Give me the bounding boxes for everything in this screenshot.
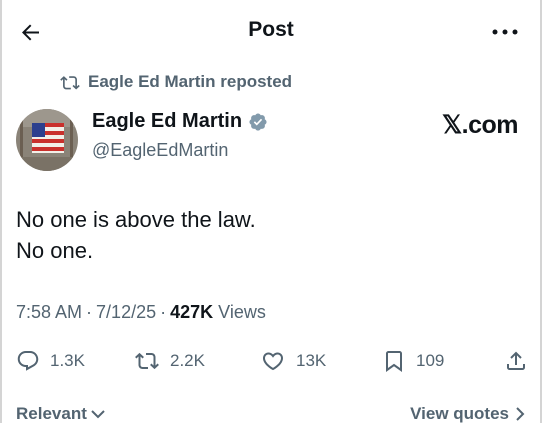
- x-com-logo: 𝕏.com: [442, 111, 519, 139]
- like-button[interactable]: 13K: [260, 345, 326, 377]
- bookmark-icon: [386, 351, 402, 372]
- repost-button[interactable]: 2.2K: [134, 345, 205, 377]
- meta-separator-2: ·: [160, 302, 167, 322]
- sort-dropdown[interactable]: Relevant: [16, 404, 106, 424]
- meta-separator: ·: [86, 302, 93, 322]
- reply-count: 1.3K: [50, 351, 85, 370]
- views-count: 427K: [170, 302, 214, 322]
- reply-icon: [17, 351, 39, 371]
- repost-icon: [135, 352, 159, 370]
- post-time[interactable]: 7:58 AM: [16, 302, 82, 323]
- view-quotes-label: View quotes: [410, 404, 509, 423]
- repost-text: Eagle Ed Martin reposted: [88, 72, 293, 91]
- reply-button[interactable]: 1.3K: [16, 345, 85, 377]
- repost-indicator[interactable]: Eagle Ed Martin reposted: [60, 70, 292, 94]
- chevron-down-icon: [91, 410, 105, 419]
- repost-count: 2.2K: [170, 351, 205, 370]
- author-handle[interactable]: @EagleEdMartin: [92, 140, 228, 161]
- avatar[interactable]: [16, 109, 78, 171]
- author-name[interactable]: Eagle Ed Martin: [92, 110, 268, 133]
- post-meta: 7:58 AM · 7/12/25 · 427K Views: [16, 302, 266, 323]
- avatar-flag-image: [16, 109, 78, 171]
- verified-badge-icon: [248, 112, 268, 132]
- share-icon: [507, 351, 525, 370]
- page-title: Post: [248, 18, 294, 41]
- like-icon: [262, 352, 284, 371]
- sort-label: Relevant: [16, 404, 87, 423]
- chevron-right-icon: [516, 407, 525, 421]
- post-text: No one is above the law. No one.: [16, 207, 256, 263]
- bookmark-count: 109: [416, 351, 445, 370]
- more-options-button[interactable]: [490, 20, 520, 44]
- frame-left-edge: [0, 0, 2, 423]
- share-button[interactable]: [504, 345, 538, 377]
- author-name-text: Eagle Ed Martin: [92, 110, 243, 132]
- bookmark-button[interactable]: 109: [382, 345, 444, 377]
- like-count: 13K: [296, 351, 327, 370]
- view-quotes-link[interactable]: View quotes: [410, 404, 526, 424]
- post-date[interactable]: 7/12/25: [96, 302, 156, 323]
- action-bar: 1.3K 2.2K 13K 109: [16, 345, 530, 377]
- top-bar: Post: [0, 0, 542, 62]
- repost-small-icon: [60, 76, 80, 90]
- more-dots-icon: [492, 29, 518, 35]
- views-label: Views: [218, 302, 266, 322]
